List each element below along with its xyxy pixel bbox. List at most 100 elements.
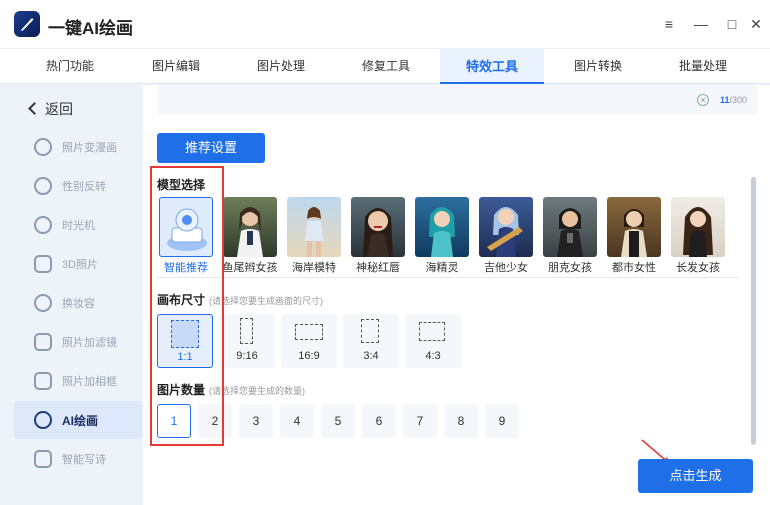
model-option[interactable]: 海精灵 <box>413 197 471 274</box>
sidebar-item-label: AI绘画 <box>62 414 99 428</box>
recommend-settings-button[interactable]: 推荐设置 <box>157 133 265 163</box>
back-label: 返回 <box>45 101 73 117</box>
sidebar-item-label: 时光机 <box>62 220 95 232</box>
model-thumbnail <box>287 197 341 257</box>
model-thumbnail <box>351 197 405 257</box>
model-section-title: 模型选择 <box>157 178 206 192</box>
clear-icon[interactable]: × <box>697 94 709 106</box>
sidebar-item-label: 照片加滤镜 <box>62 337 117 349</box>
close-button[interactable]: ✕ <box>748 16 764 32</box>
model-label: 海精灵 <box>425 262 459 274</box>
sidebar-item-label: 照片加相框 <box>62 376 117 388</box>
char-count-max: /300 <box>729 95 747 105</box>
sidebar-item-label: 3D照片 <box>62 259 99 271</box>
sidebar-item-label: 照片变漫画 <box>62 142 117 154</box>
ratio-shape <box>171 320 199 348</box>
sidebar: 返回 照片变漫画 性别反转 时光机 3D照片 换妆容 照片加滤镜 照片加相框 A… <box>0 85 143 505</box>
sidebar-item-label: 换妆容 <box>62 298 95 310</box>
app-logo-icon <box>14 11 40 37</box>
ratio-shape <box>240 318 253 344</box>
ratio-label: 9:16 <box>236 350 258 362</box>
sidebar-item-ai-paint[interactable]: AI绘画 <box>14 401 142 439</box>
tab-image-process[interactable]: 图片处理 <box>229 49 333 84</box>
model-label: 海岸模特 <box>292 262 336 274</box>
model-thumbnail <box>671 197 725 257</box>
back-button[interactable]: 返回 <box>28 99 73 119</box>
model-option[interactable]: 朋克女孩 <box>541 197 599 274</box>
sidebar-item-3d-photo[interactable]: 3D照片 <box>14 245 142 283</box>
model-option[interactable]: 鱼尾辫女孩 <box>221 197 279 274</box>
count-option[interactable]: 2 <box>198 404 232 438</box>
model-label: 智能推荐 <box>164 262 208 274</box>
ratio-option-3-4[interactable]: 3:4 <box>343 314 399 368</box>
tab-repair-tools[interactable]: 修复工具 <box>334 49 438 84</box>
gender-icon <box>34 177 52 195</box>
sidebar-item-ai-poem[interactable]: 智能写诗 <box>14 440 142 478</box>
tab-effect-tools[interactable]: 特效工具 <box>440 49 544 84</box>
ratio-option-9-16[interactable]: 9:16 <box>219 314 275 368</box>
tab-image-convert[interactable]: 图片转换 <box>546 49 650 84</box>
scrollbar[interactable] <box>751 177 756 445</box>
generate-button[interactable]: 点击生成 <box>638 459 753 493</box>
tab-hot-features[interactable]: 热门功能 <box>18 49 122 84</box>
model-thumbnail <box>415 197 469 257</box>
section-divider <box>157 277 739 278</box>
model-option[interactable]: 长发女孩 <box>669 197 727 274</box>
smart-recommend-icon <box>159 197 213 257</box>
ai-paint-icon <box>34 411 52 429</box>
count-section-title: 图片数量 (请选择您要生成的数量) <box>157 381 305 398</box>
ratio-label: 4:3 <box>425 350 441 362</box>
maximize-button[interactable]: □ <box>724 16 740 32</box>
count-option[interactable]: 9 <box>485 404 519 438</box>
model-label: 吉他少女 <box>484 262 528 274</box>
sidebar-item-frame[interactable]: 照片加相框 <box>14 362 142 400</box>
prompt-input[interactable]: × 11/300 <box>157 85 757 115</box>
app-title: 一键AI绘画 <box>48 19 133 38</box>
clock-icon <box>34 216 52 234</box>
model-option[interactable]: 吉他少女 <box>477 197 535 274</box>
model-option[interactable]: 都市女性 <box>605 197 663 274</box>
ratio-label: 16:9 <box>298 350 320 362</box>
count-option[interactable]: 5 <box>321 404 355 438</box>
model-thumbnail <box>223 197 277 257</box>
count-option[interactable]: 1 <box>157 404 191 438</box>
ratio-shape <box>361 319 379 343</box>
minimize-button[interactable]: — <box>693 16 709 32</box>
ratio-option-16-9[interactable]: 16:9 <box>281 314 337 368</box>
count-option[interactable]: 8 <box>444 404 478 438</box>
menu-icon[interactable]: ≡ <box>661 16 677 32</box>
tab-image-edit[interactable]: 图片编辑 <box>124 49 228 84</box>
layers-icon <box>34 255 52 273</box>
sidebar-item-gender-swap[interactable]: 性别反转 <box>14 167 142 205</box>
sidebar-item-label: 智能写诗 <box>62 454 106 466</box>
frame-icon <box>34 372 52 390</box>
ratio-label: 1:1 <box>177 351 193 363</box>
count-option[interactable]: 4 <box>280 404 314 438</box>
count-option[interactable]: 6 <box>362 404 396 438</box>
model-thumbnail <box>479 197 533 257</box>
sidebar-item-filter[interactable]: 照片加滤镜 <box>14 323 142 361</box>
model-label: 长发女孩 <box>676 262 720 274</box>
cartoon-face-icon <box>34 138 52 156</box>
ratio-shape <box>419 322 445 341</box>
model-option[interactable]: 海岸模特 <box>285 197 343 274</box>
count-option[interactable]: 7 <box>403 404 437 438</box>
model-option-smart[interactable]: 智能推荐 <box>157 197 215 274</box>
ratio-shape <box>295 324 323 340</box>
ratio-option-1-1[interactable]: 1:1 <box>157 314 213 368</box>
sidebar-item-label: 性别反转 <box>62 181 106 193</box>
sidebar-item-time-machine[interactable]: 时光机 <box>14 206 142 244</box>
model-label: 都市女性 <box>612 262 656 274</box>
ratio-option-4-3[interactable]: 4:3 <box>405 314 461 368</box>
ratio-label: 3:4 <box>363 350 379 362</box>
model-label: 朋克女孩 <box>548 262 592 274</box>
count-option[interactable]: 3 <box>239 404 273 438</box>
canvas-section-title: 画布尺寸 (请选择您要生成画面的尺寸) <box>157 291 323 308</box>
tab-batch-process[interactable]: 批量处理 <box>651 49 755 84</box>
model-label: 鱼尾辫女孩 <box>222 262 278 274</box>
sidebar-item-makeup[interactable]: 换妆容 <box>14 284 142 322</box>
ai-poem-icon <box>34 450 52 468</box>
tab-bar: 热门功能 图片编辑 图片处理 修复工具 特效工具 图片转换 批量处理 <box>0 48 770 84</box>
sidebar-item-cartoon[interactable]: 照片变漫画 <box>14 128 142 166</box>
model-option[interactable]: 神秘红唇 <box>349 197 407 274</box>
